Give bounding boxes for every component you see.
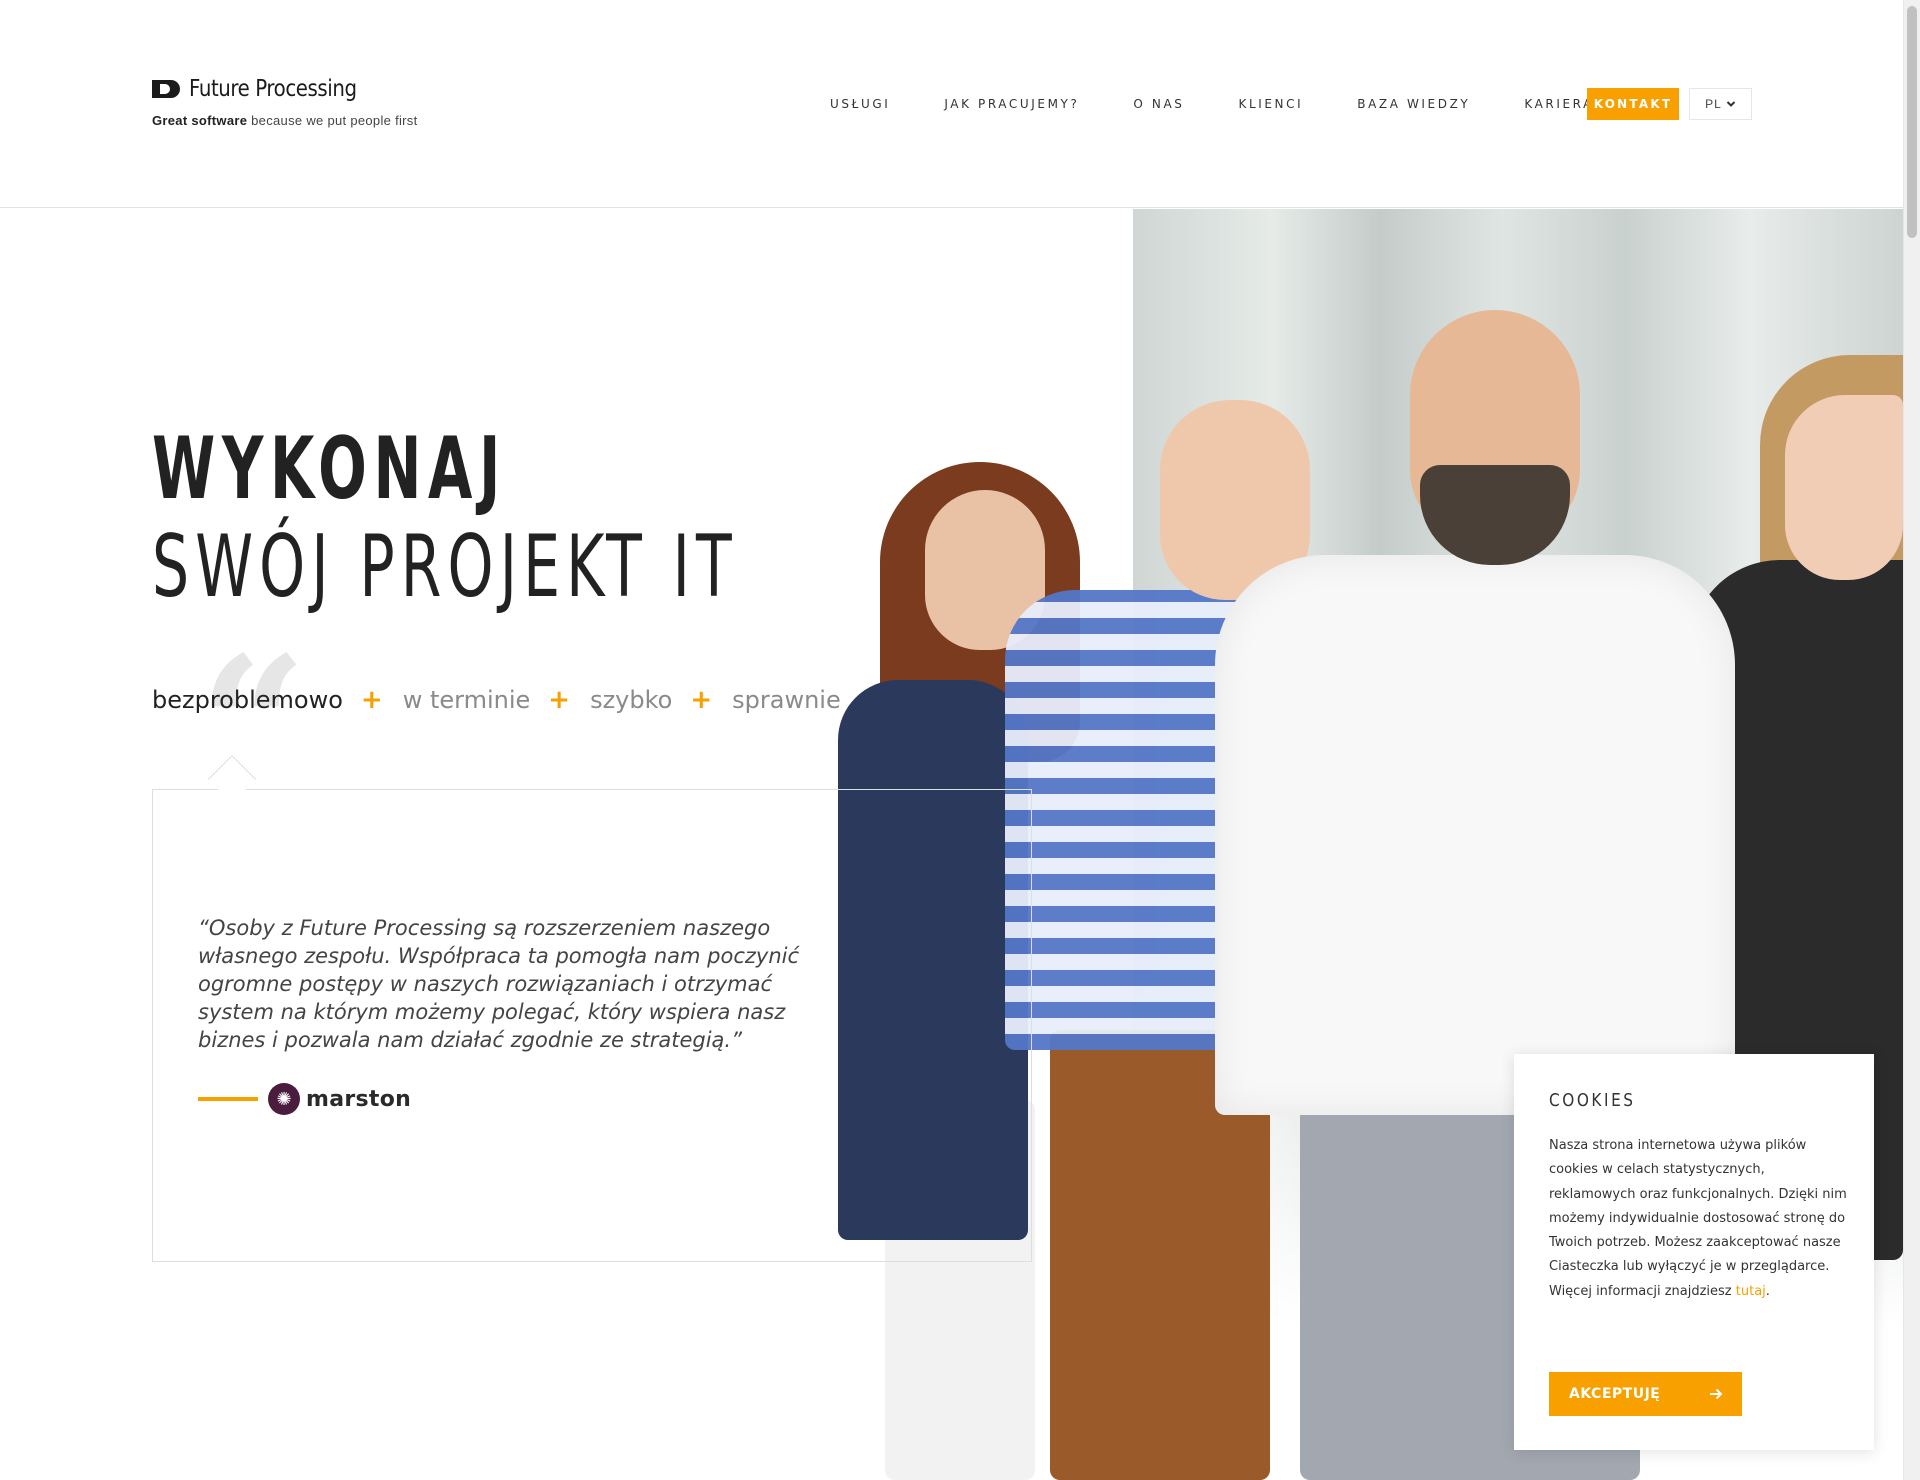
- nav-item-baza-wiedzy[interactable]: BAZA WIEDZY: [1357, 97, 1470, 111]
- accept-label: AKCEPTUJĘ: [1569, 1386, 1661, 1402]
- hero-word: w terminie: [402, 686, 531, 714]
- cookie-banner: COOKIES Nasza strona internetowa używa p…: [1514, 1054, 1874, 1450]
- client-name: marston: [306, 1086, 412, 1112]
- language-select[interactable]: PL: [1689, 88, 1752, 120]
- client-logo-icon: ✺: [268, 1083, 300, 1115]
- logo-text: Future Processing: [189, 76, 357, 102]
- nav-item-kariera[interactable]: KARIERA: [1524, 97, 1594, 111]
- nav-item-o-nas[interactable]: O NAS: [1133, 97, 1184, 111]
- nav-item-klienci[interactable]: KLIENCI: [1238, 97, 1303, 111]
- cookie-end: .: [1765, 1283, 1770, 1299]
- testimonial-client: ✺ marston: [198, 1083, 411, 1115]
- hero-title-line-2: SWÓJ PROJEKT IT: [152, 517, 738, 617]
- plus-icon: +: [548, 685, 571, 715]
- tagline-bold: Great software: [152, 113, 248, 128]
- scrollbar-thumb[interactable]: [1907, 6, 1917, 238]
- testimonial-quote: “Osoby z Future Processing są rozszerzen…: [198, 916, 800, 1052]
- tagline: Great software because we put people fir…: [152, 113, 418, 128]
- contact-button[interactable]: KONTAKT: [1587, 88, 1679, 120]
- hero-word: sprawnie: [732, 686, 841, 714]
- cookie-title: COOKIES: [1549, 1090, 1636, 1111]
- team-photo-shape: [1785, 395, 1903, 580]
- accept-cookies-button[interactable]: AKCEPTUJĘ: [1549, 1372, 1742, 1416]
- cookie-body: Nasza strona internetowa używa plików co…: [1549, 1138, 1847, 1299]
- plus-icon: +: [360, 685, 383, 715]
- main-nav: USŁUGI JAK PRACUJEMY? O NAS KLIENCI BAZA…: [830, 88, 1636, 120]
- nav-item-jak-pracujemy[interactable]: JAK PRACUJEMY?: [944, 97, 1079, 111]
- hero-rotating-words: bezproblemowo + w terminie + szybko + sp…: [152, 685, 841, 715]
- arrow-right-icon: [1710, 1388, 1723, 1400]
- hero-title-line-1: WYKONAJ: [152, 419, 507, 519]
- site-header: Future Processing Great software because…: [0, 0, 1903, 208]
- tagline-rest: because we put people first: [251, 113, 418, 128]
- cookie-text: Nasza strona internetowa używa plików co…: [1549, 1134, 1849, 1304]
- accent-line: [198, 1097, 258, 1101]
- logo[interactable]: Future Processing: [152, 76, 384, 102]
- hero-word: szybko: [590, 686, 673, 714]
- team-photo-shape: [1215, 555, 1735, 1115]
- logo-mark-icon: [152, 80, 180, 98]
- cookie-more-link[interactable]: tutaj: [1736, 1284, 1766, 1299]
- language-value: PL: [1705, 97, 1722, 111]
- plus-icon: +: [690, 685, 713, 715]
- hero-word-active: bezproblemowo: [152, 686, 343, 714]
- chevron-down-icon: [1726, 101, 1736, 107]
- page-scrollbar[interactable]: [1903, 0, 1920, 1480]
- nav-item-uslugi[interactable]: USŁUGI: [830, 97, 890, 111]
